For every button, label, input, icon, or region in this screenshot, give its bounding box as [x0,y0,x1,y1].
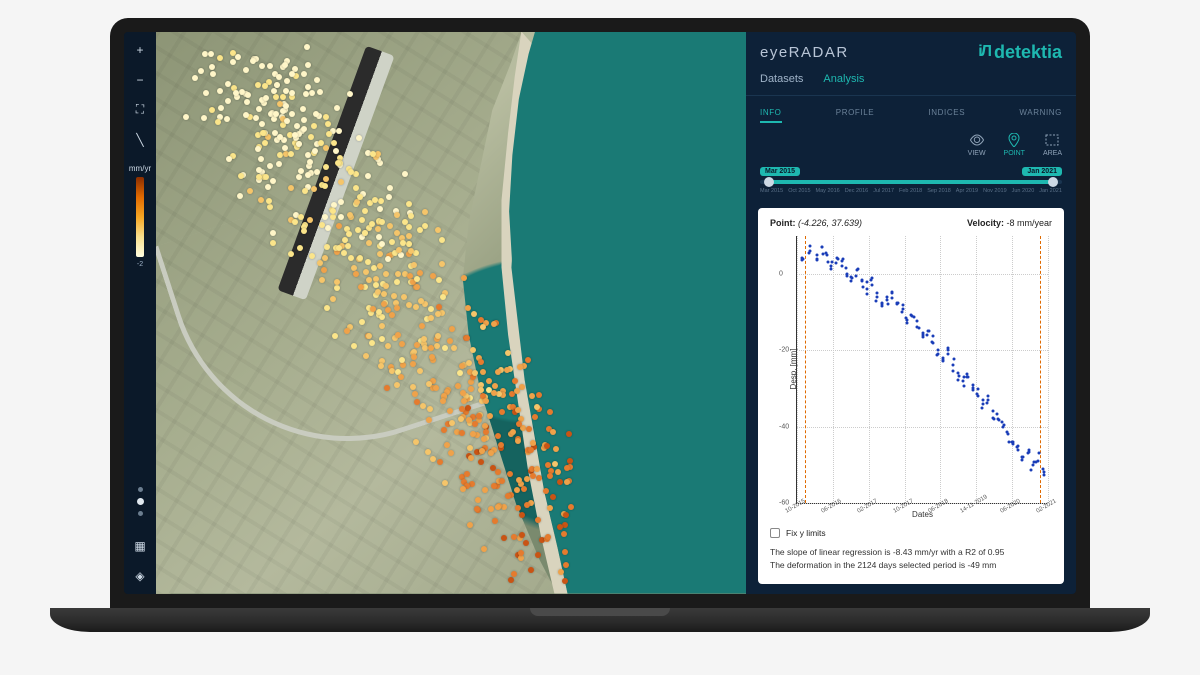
basemap-button[interactable]: ◈ [130,566,150,586]
measure-button[interactable]: ╲ [130,130,150,150]
mode-point[interactable]: POINT [1004,133,1025,157]
analysis-panel: eyeRADAR iЛ detektia Datasets Analysis I… [746,32,1076,594]
velocity-value: -8 mm/year [1006,218,1052,228]
layers-button[interactable]: ▦ [130,536,150,556]
timeline-fill [766,180,1056,184]
area-icon [1044,133,1060,147]
mode-view[interactable]: VIEW [968,133,986,157]
plus-icon: + [136,43,143,57]
stat-deformation: The deformation in the 2124 days selecte… [770,559,1052,572]
timeline-tick-labels: Mar 2015Oct 2015May 2016Dec 2016Jul 2017… [760,188,1062,194]
subtab-warning[interactable]: WARNING [1019,104,1062,123]
slide-indicator [137,487,144,516]
timeline-handle-start[interactable] [764,177,774,187]
subtab-info[interactable]: INFO [760,104,782,123]
minus-icon: − [136,73,143,87]
timeline-handle-end[interactable] [1048,177,1058,187]
insar-points-layer [156,32,746,594]
mode-view-label: VIEW [968,150,986,157]
brand-text: detektia [994,42,1062,63]
timeline-start-badge: Mar 2015 [760,167,800,176]
main-tabs: Datasets Analysis [746,69,1076,96]
subtab-indices[interactable]: INDICES [928,104,965,123]
panel-header: eyeRADAR iЛ detektia [746,32,1076,69]
map-canvas[interactable] [156,32,746,594]
mode-area-label: AREA [1043,150,1062,157]
brand-logo: iЛ detektia [978,42,1062,63]
displacement-chart: Desp. [mm] Dates -60-40-20010-201506-201… [796,236,1048,505]
tab-datasets[interactable]: Datasets [760,73,803,89]
pin-icon [1006,133,1022,147]
indicator-dot[interactable] [138,511,143,516]
legend-min: -2 [137,261,143,268]
chart-header: Point: (-4.226, 37.639) Velocity: -8 mm/… [770,218,1052,228]
screen-bezel: + − ⛶ ╲ mm/yr -2 ▦ ◈ [110,18,1090,608]
checkbox-icon[interactable] [770,528,780,538]
mode-area[interactable]: AREA [1043,133,1062,157]
stat-slope: The slope of linear regression is -8.43 … [770,546,1052,559]
point-label: Point: [770,218,796,228]
laptop-base [50,608,1150,632]
indicator-dot[interactable] [138,487,143,492]
color-legend: mm/yr -2 [129,164,151,268]
timeline-slider[interactable]: Mar 2015 Jan 2021 Mar 2015Oct 2015May 20… [746,165,1076,198]
app-screen: + − ⛶ ╲ mm/yr -2 ▦ ◈ [124,32,1076,594]
chart-point-info: Point: (-4.226, 37.639) [770,218,862,228]
tab-analysis[interactable]: Analysis [823,73,864,89]
mode-point-label: POINT [1004,150,1025,157]
eye-icon [969,133,985,147]
legend-gradient [136,177,144,257]
ruler-icon: ╲ [136,133,143,147]
app-title: eyeRADAR [760,44,849,61]
subtab-profile[interactable]: PROFILE [836,104,874,123]
chart-stats: The slope of linear regression is -8.43 … [770,546,1052,572]
sub-tabs: INFO PROFILE INDICES WARNING [746,96,1076,129]
velocity-label: Velocity: [967,218,1004,228]
brand-icon: iЛ [978,43,990,61]
fix-y-label: Fix y limits [786,528,826,538]
fix-y-limits-row[interactable]: Fix y limits [770,528,1052,538]
selection-modes: VIEW POINT AREA [746,129,1076,165]
zoom-in-button[interactable]: + [130,40,150,60]
laptop-mockup: + − ⛶ ╲ mm/yr -2 ▦ ◈ [50,18,1150,658]
legend-unit-label: mm/yr [129,164,151,173]
fullscreen-icon: ⛶ [136,102,144,117]
chart-card: Point: (-4.226, 37.639) Velocity: -8 mm/… [758,208,1064,584]
timeline-track[interactable] [760,180,1062,184]
left-toolbar: + − ⛶ ╲ mm/yr -2 ▦ ◈ [124,32,156,594]
timeline-end-badge: Jan 2021 [1022,167,1062,176]
zoom-out-button[interactable]: − [130,70,150,90]
basemap-icon: ◈ [135,569,144,583]
point-coords: (-4.226, 37.639) [798,218,862,228]
indicator-dot-active[interactable] [137,498,144,505]
chart-velocity-info: Velocity: -8 mm/year [967,218,1052,228]
fullscreen-button[interactable]: ⛶ [130,100,150,120]
layers-icon: ▦ [134,539,145,553]
